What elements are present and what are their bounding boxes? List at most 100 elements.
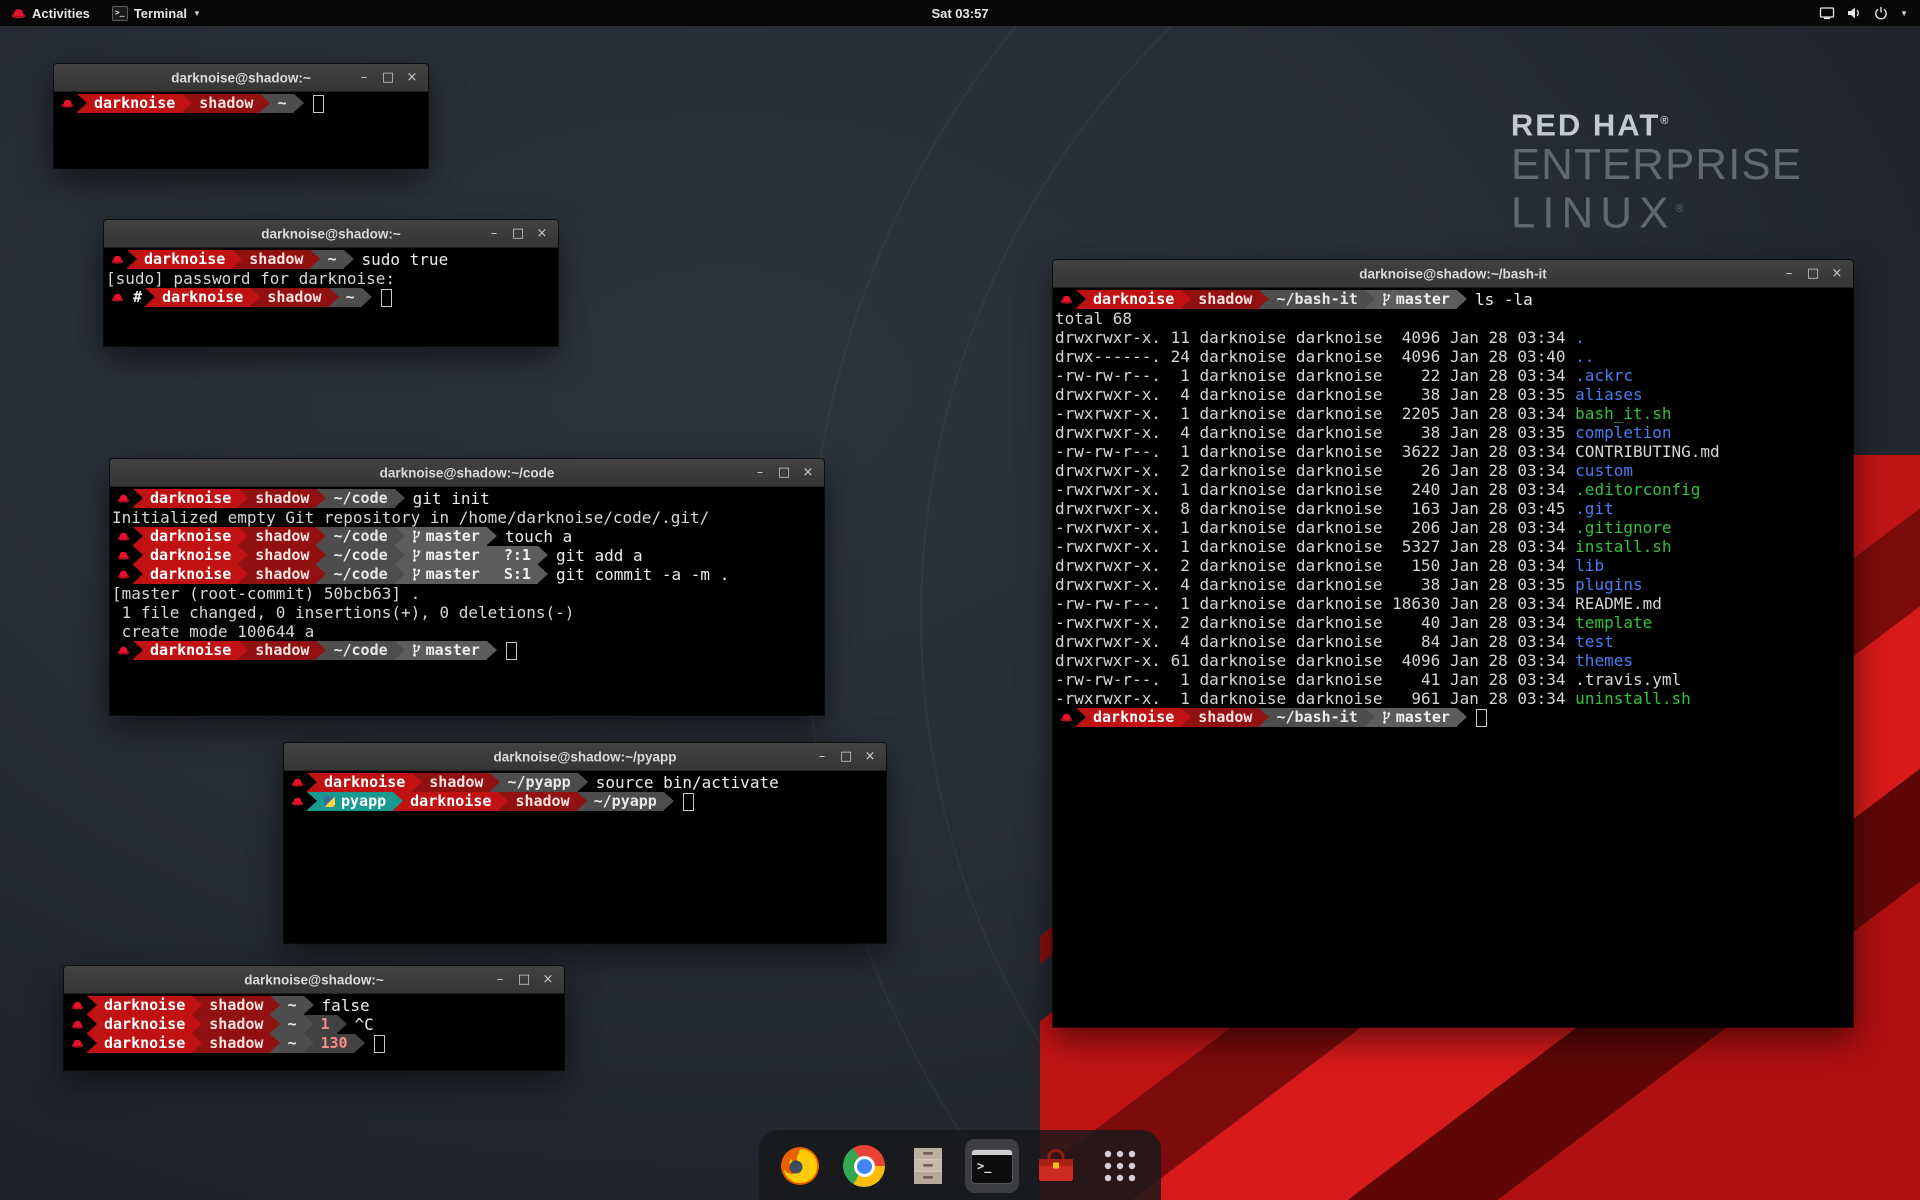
powerline-separator bbox=[238, 565, 248, 584]
window-titlebar[interactable]: darknoise@shadow:~ – □ × bbox=[64, 966, 564, 994]
output-text: [sudo] password for darknoise: bbox=[106, 269, 395, 288]
output-line: -rwxrwxr-x. 1 darknoise darknoise 961 Ja… bbox=[1055, 689, 1853, 708]
terminal-body[interactable]: darknoiseshadow~ bbox=[54, 92, 428, 168]
file-name-dir: plugins bbox=[1575, 575, 1642, 594]
powerline-separator bbox=[133, 641, 143, 660]
output-line: -rw-rw-r--. 1 darknoise darknoise 22 Jan… bbox=[1055, 366, 1853, 385]
close-icon[interactable]: × bbox=[537, 970, 559, 990]
maximize-icon[interactable]: □ bbox=[835, 747, 857, 767]
close-icon[interactable]: × bbox=[401, 68, 423, 88]
dock-software-icon[interactable] bbox=[1029, 1139, 1083, 1193]
output-line: Initialized empty Git repository in /hom… bbox=[112, 508, 824, 527]
prompt-segment-path: ~/pyapp bbox=[500, 773, 577, 792]
system-indicators[interactable]: ▼ bbox=[1819, 0, 1920, 26]
window-titlebar[interactable]: darknoise@shadow:~/pyapp – □ × bbox=[284, 743, 886, 771]
output-text: total 68 bbox=[1055, 309, 1132, 328]
window-controls: – □ × bbox=[811, 743, 881, 770]
powerline-separator bbox=[1076, 290, 1086, 309]
powerline-separator bbox=[329, 288, 339, 307]
prompt-start bbox=[112, 527, 133, 546]
close-icon[interactable]: × bbox=[1826, 264, 1848, 284]
dock: >_ bbox=[759, 1130, 1161, 1200]
powerline-separator bbox=[578, 773, 588, 792]
window-titlebar[interactable]: darknoise@shadow:~/bash-it – □ × bbox=[1053, 260, 1853, 288]
terminal-body[interactable]: darknoiseshadow~/bash-itmasterls -latota… bbox=[1053, 288, 1853, 1027]
prompt-segment-path: ~ bbox=[320, 250, 343, 269]
file-name-dir: .git bbox=[1575, 499, 1614, 518]
maximize-icon[interactable]: □ bbox=[1802, 264, 1824, 284]
prompt-segment-host: shadow bbox=[192, 94, 260, 113]
output-text: 1 file changed, 0 insertions(+), 0 delet… bbox=[112, 603, 574, 622]
output-text: -rwxrwxr-x. 1 darknoise darknoise 240 Ja… bbox=[1055, 480, 1575, 499]
app-grid-icon bbox=[1100, 1146, 1140, 1186]
output-text: CONTRIBUTING.md bbox=[1575, 442, 1720, 461]
maximize-icon[interactable]: □ bbox=[513, 970, 535, 990]
dock-files-icon[interactable] bbox=[901, 1139, 955, 1193]
prompt-segment-gitstat: S:1 bbox=[497, 565, 538, 584]
powerline-separator bbox=[487, 641, 497, 660]
minimize-icon[interactable]: – bbox=[1778, 264, 1800, 284]
prompt-segment-host: shadow bbox=[248, 565, 316, 584]
window-titlebar[interactable]: darknoise@shadow:~/code – □ × bbox=[110, 459, 824, 487]
dock-chrome-icon[interactable] bbox=[837, 1139, 891, 1193]
window-titlebar[interactable]: darknoise@shadow:~ – □ × bbox=[104, 220, 558, 248]
prompt-line: darknoiseshadow~sudo true bbox=[106, 250, 558, 269]
powerline-separator bbox=[1076, 708, 1086, 727]
minimize-icon[interactable]: – bbox=[489, 970, 511, 990]
powerline-separator bbox=[316, 546, 326, 565]
prompt-segment-git: master bbox=[405, 546, 487, 565]
dock-firefox-icon[interactable] bbox=[773, 1139, 827, 1193]
powerline-separator bbox=[1181, 290, 1191, 309]
prompt-segment-host: shadow bbox=[248, 641, 316, 660]
git-branch-icon bbox=[1382, 711, 1391, 724]
file-name-dir: themes bbox=[1575, 651, 1633, 670]
powerline-separator bbox=[238, 641, 248, 660]
maximize-icon[interactable]: □ bbox=[507, 224, 529, 244]
prompt-segment-path: ~/bash-it bbox=[1269, 708, 1364, 727]
terminal-window-bash-it: darknoise@shadow:~/bash-it – □ × darknoi… bbox=[1053, 260, 1853, 1027]
file-name-exec: .gitignore bbox=[1575, 518, 1671, 537]
maximize-icon[interactable]: □ bbox=[377, 68, 399, 88]
powerline-separator bbox=[316, 489, 326, 508]
terminal-body[interactable]: darknoiseshadow~sudo true[sudo] password… bbox=[104, 248, 558, 346]
terminal-window-home-1: darknoise@shadow:~ – □ × darknoiseshadow… bbox=[54, 64, 428, 168]
output-text: create mode 100644 a bbox=[112, 622, 314, 641]
powerline-separator bbox=[260, 94, 270, 113]
close-icon[interactable]: × bbox=[859, 747, 881, 767]
redhat-icon bbox=[111, 254, 124, 265]
prompt-segment-host: shadow bbox=[248, 489, 316, 508]
terminal-body[interactable]: darknoiseshadow~/codegit initInitialized… bbox=[110, 487, 824, 715]
prompt-start bbox=[66, 1015, 87, 1034]
dock-app-grid-icon[interactable] bbox=[1093, 1139, 1147, 1193]
clock[interactable]: Sat 03:57 bbox=[931, 0, 988, 26]
terminal-body[interactable]: darknoiseshadow~falsedarknoiseshadow~1^C… bbox=[64, 994, 564, 1070]
powerline-separator bbox=[182, 94, 192, 113]
powerline-separator bbox=[1365, 708, 1375, 727]
powerline-separator bbox=[77, 94, 87, 113]
minimize-icon[interactable]: – bbox=[483, 224, 505, 244]
dock-terminal-icon[interactable]: >_ bbox=[965, 1139, 1019, 1193]
app-menu-terminal[interactable]: >_ Terminal ▼ bbox=[101, 0, 212, 26]
activities-button[interactable]: Activities bbox=[0, 0, 101, 26]
terminal-body[interactable]: darknoiseshadow~/pyappsource bin/activat… bbox=[284, 771, 886, 943]
prompt-start: # bbox=[106, 288, 145, 307]
close-icon[interactable]: × bbox=[531, 224, 553, 244]
minimize-icon[interactable]: – bbox=[353, 68, 375, 88]
powerline-separator bbox=[316, 641, 326, 660]
registered-mark: ® bbox=[1660, 115, 1668, 127]
minimize-icon[interactable]: – bbox=[811, 747, 833, 767]
output-text: drwxrwxr-x. 4 darknoise darknoise 84 Jan… bbox=[1055, 632, 1575, 651]
prompt-segment-git: master bbox=[1375, 290, 1457, 309]
window-titlebar[interactable]: darknoise@shadow:~ – □ × bbox=[54, 64, 428, 92]
minimize-icon[interactable]: – bbox=[749, 463, 771, 483]
powerline-separator bbox=[538, 546, 548, 565]
prompt-line: darknoiseshadow~/codegit init bbox=[112, 489, 824, 508]
maximize-icon[interactable]: □ bbox=[773, 463, 795, 483]
powerline-separator bbox=[538, 565, 548, 584]
output-line: drwxrwxr-x. 2 darknoise darknoise 150 Ja… bbox=[1055, 556, 1853, 575]
terminal-cursor bbox=[381, 289, 392, 307]
prompt-segment-user: darknoise bbox=[155, 288, 250, 307]
output-line: -rw-rw-r--. 1 darknoise darknoise 41 Jan… bbox=[1055, 670, 1853, 689]
file-name-exec: bash_it.sh bbox=[1575, 404, 1671, 423]
close-icon[interactable]: × bbox=[797, 463, 819, 483]
